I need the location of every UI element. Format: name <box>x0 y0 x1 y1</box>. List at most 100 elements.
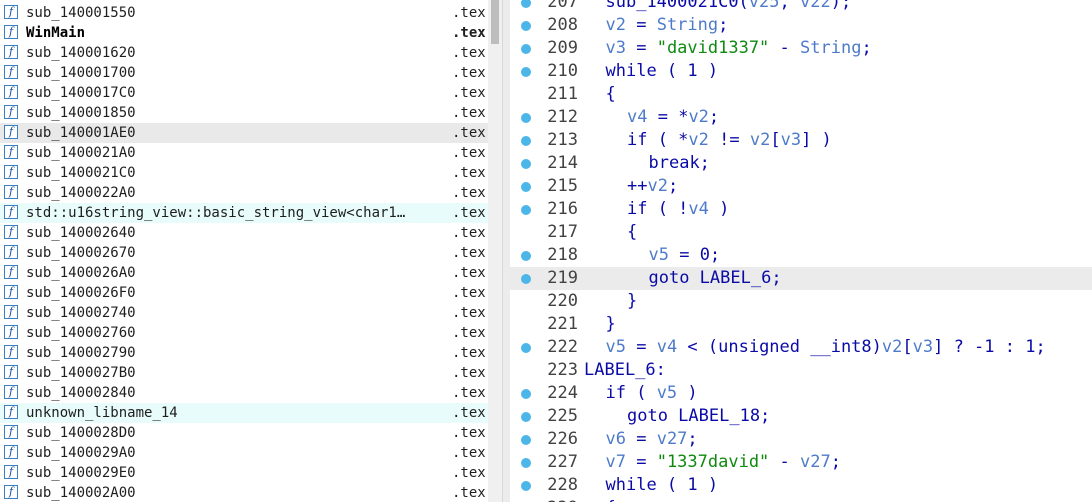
code-identifier[interactable]: v7 <box>606 452 626 472</box>
breakpoint-dot-icon[interactable] <box>521 182 531 192</box>
code-token: goto LABEL_6; <box>648 268 782 288</box>
breakpoint-dot-icon[interactable] <box>521 481 531 491</box>
code-identifier[interactable]: v4 <box>657 337 677 357</box>
pseudocode-view[interactable]: 207 sub_1400021C0(v25, v22); 208 v2 = Strin… <box>510 0 1092 502</box>
breakpoint-dot-icon[interactable] <box>521 412 531 422</box>
code-line[interactable]: 226 v6 = v27; <box>510 428 1092 451</box>
code-identifier[interactable]: v3 <box>781 130 801 150</box>
function-icon: f <box>4 165 18 179</box>
code-identifier[interactable]: String <box>800 38 861 58</box>
line-number: 224 <box>547 383 578 403</box>
function-row[interactable]: f sub_1400021C0 .tex <box>0 163 488 183</box>
line-number: 209 <box>547 38 578 58</box>
code-line[interactable]: 220} <box>510 290 1092 313</box>
code-identifier[interactable]: v2 <box>647 176 667 196</box>
breakpoint-dot-icon[interactable] <box>521 274 531 284</box>
breakpoint-dot-icon[interactable] <box>521 343 531 353</box>
function-row[interactable]: f unknown_libname_14 .tex <box>0 403 488 423</box>
function-row[interactable]: f sub_1400029A0 .tex <box>0 443 488 463</box>
code-identifier[interactable]: String <box>657 15 718 35</box>
function-row[interactable]: f sub_140002790 .tex <box>0 343 488 363</box>
function-list-scrollbar[interactable] <box>488 0 502 502</box>
breakpoint-dot-icon[interactable] <box>521 136 531 146</box>
function-row[interactable]: f sub_1400022A0 .tex <box>0 183 488 203</box>
code-line[interactable]: 229 { <box>510 497 1092 502</box>
function-row[interactable]: f sub_140002A00 .tex <box>0 483 488 502</box>
function-row[interactable]: f sub_140002640 .tex <box>0 223 488 243</box>
breakpoint-dot-icon[interactable] <box>521 44 531 54</box>
function-row[interactable]: f sub_140002670 .tex <box>0 243 488 263</box>
code-identifier[interactable]: v3 <box>606 38 626 58</box>
function-row[interactable]: f sub_1400026F0 .tex <box>0 283 488 303</box>
breakpoint-dot-icon[interactable] <box>521 251 531 261</box>
line-number: 229 <box>538 497 578 502</box>
breakpoint-dot-icon[interactable] <box>521 435 531 445</box>
code-line[interactable]: 222 v5 = v4 < (unsigned __int8)v2[v3] ? -… <box>510 336 1092 359</box>
code-identifier[interactable]: v2 <box>688 107 708 127</box>
code-identifier[interactable]: v3 <box>913 337 933 357</box>
code-identifier[interactable]: v2 <box>688 130 708 150</box>
function-row[interactable]: f sub_140002760 .tex <box>0 323 488 343</box>
function-row[interactable]: f sub_140001700 .tex <box>0 63 488 83</box>
breakpoint-dot-icon[interactable] <box>521 0 531 8</box>
breakpoint-dot-icon[interactable] <box>521 205 531 215</box>
function-row[interactable]: f WinMain .tex <box>0 23 488 43</box>
code-line[interactable]: 213 if ( *v2 != v2[v3] ) <box>510 129 1092 152</box>
code-line[interactable]: 207 sub_1400021C0(v25, v22); <box>510 0 1092 14</box>
breakpoint-dot-icon[interactable] <box>521 458 531 468</box>
code-text: break; <box>649 152 710 175</box>
function-row[interactable]: f sub_140001550 .tex <box>0 3 488 23</box>
function-row[interactable]: f sub_140002740 .tex <box>0 303 488 323</box>
code-line[interactable]: 210 while ( 1 ) <box>510 60 1092 83</box>
function-row[interactable]: f sub_1400027B0 .tex <box>0 363 488 383</box>
breakpoint-dot-icon[interactable] <box>521 159 531 169</box>
code-line[interactable]: 215 ++v2; <box>510 175 1092 198</box>
function-row[interactable]: f sub_1400017C0 .tex <box>0 83 488 103</box>
code-identifier[interactable]: v27 <box>657 429 688 449</box>
breakpoint-dot-icon[interactable] <box>521 389 531 399</box>
code-line[interactable]: 227 v7 = "1337david" - v27; <box>510 451 1092 474</box>
code-identifier[interactable]: v2 <box>606 15 626 35</box>
code-line[interactable]: 212 v4 = *v2; <box>510 106 1092 129</box>
function-row[interactable]: f sub_1400026A0 .tex <box>0 263 488 283</box>
code-line[interactable]: 209 v3 = "david1337" - String; <box>510 37 1092 60</box>
function-row[interactable]: f sub_140001AE0 .tex <box>0 123 488 143</box>
code-identifier[interactable]: v6 <box>606 429 626 449</box>
code-line[interactable]: 214 break; <box>510 152 1092 175</box>
code-text: ++v2; <box>627 175 678 198</box>
code-identifier[interactable]: v27 <box>800 452 831 472</box>
function-row[interactable]: f sub_140002840 .tex <box>0 383 488 403</box>
function-row[interactable]: f sub_1400028D0 .tex <box>0 423 488 443</box>
breakpoint-dot-icon[interactable] <box>521 113 531 123</box>
code-identifier[interactable]: v5 <box>657 383 677 403</box>
code-line[interactable]: 228 while ( 1 ) <box>510 474 1092 497</box>
code-identifier[interactable]: v4 <box>627 107 647 127</box>
code-identifier[interactable]: v2 <box>750 130 770 150</box>
function-row[interactable]: f sub_140001850 .tex <box>0 103 488 123</box>
pane-splitter[interactable] <box>502 0 510 502</box>
code-line[interactable]: 223 LABEL_6: <box>510 359 1092 382</box>
code-line[interactable]: 219 goto LABEL_6; <box>510 267 1092 290</box>
breakpoint-dot-icon[interactable] <box>521 67 531 77</box>
code-line[interactable]: 216 if ( !v4 ) <box>510 198 1092 221</box>
code-line[interactable]: 208 v2 = String; <box>510 14 1092 37</box>
code-line[interactable]: 217 { <box>510 221 1092 244</box>
function-row[interactable]: f sub_140001620 .tex <box>0 43 488 63</box>
breakpoint-dot-icon[interactable] <box>521 21 531 31</box>
code-line[interactable]: 224 if ( v5 ) <box>510 382 1092 405</box>
function-icon: f <box>4 425 18 439</box>
function-row[interactable]: f sub_1400029E0 .tex <box>0 463 488 483</box>
code-identifier[interactable]: v4 <box>688 199 708 219</box>
code-line[interactable]: 218 v5 = 0; <box>510 244 1092 267</box>
code-identifier[interactable]: v2 <box>882 337 902 357</box>
code-line[interactable]: 221} <box>510 313 1092 336</box>
function-row[interactable]: f sub_1400021A0 .tex <box>0 143 488 163</box>
code-line[interactable]: 225 goto LABEL_18; <box>510 405 1092 428</box>
code-identifier[interactable]: v5 <box>606 337 626 357</box>
code-identifier[interactable]: v22 <box>800 0 831 12</box>
code-line[interactable]: 211 { <box>510 83 1092 106</box>
code-identifier[interactable]: v5 <box>649 245 669 265</box>
code-identifier[interactable]: v25 <box>749 0 780 12</box>
function-row[interactable]: f std::u16string_view::basic_string_view<… <box>0 203 488 223</box>
scrollbar-thumb[interactable] <box>491 0 499 44</box>
